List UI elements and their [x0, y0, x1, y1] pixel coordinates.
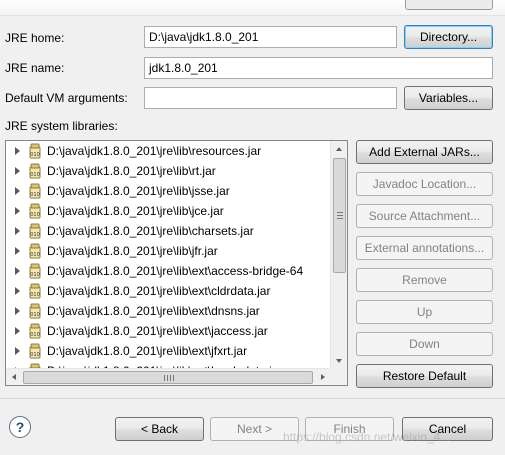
library-item-label: D:\java\jdk1.8.0_201\jre\lib\jfr.jar — [47, 244, 218, 258]
help-icon[interactable]: ? — [9, 416, 31, 438]
expand-arrow-icon[interactable] — [15, 247, 20, 255]
library-item-label: D:\java\jdk1.8.0_201\jre\lib\ext\jaccess… — [47, 324, 268, 338]
previous-dialog-button-edge — [405, 0, 493, 10]
jar-icon: 010 — [27, 283, 43, 299]
vertical-scrollbar[interactable] — [330, 141, 347, 369]
svg-text:010: 010 — [30, 312, 40, 318]
svg-text:010: 010 — [30, 352, 40, 358]
library-item-label: D:\java\jdk1.8.0_201\jre\lib\charsets.ja… — [47, 224, 254, 238]
jar-icon: 010 — [27, 223, 43, 239]
library-item[interactable]: 010 D:\java\jdk1.8.0_201\jre\lib\jce.jar — [6, 201, 331, 221]
scroll-corner — [330, 368, 347, 385]
library-item[interactable]: 010 D:\java\jdk1.8.0_201\jre\lib\jsse.jar — [6, 181, 331, 201]
library-item[interactable]: 010 D:\java\jdk1.8.0_201\jre\lib\rt.jar — [6, 161, 331, 181]
expand-arrow-icon[interactable] — [15, 147, 20, 155]
library-list: 010 D:\java\jdk1.8.0_201\jre\lib\resource… — [6, 141, 331, 369]
jar-icon: 010 — [27, 343, 43, 359]
vm-arguments-input[interactable] — [144, 87, 397, 109]
grip-icon — [337, 211, 343, 219]
source-attachment-button[interactable]: Source Attachment... — [356, 204, 493, 228]
javadoc-location-button[interactable]: Javadoc Location... — [356, 172, 493, 196]
svg-text:010: 010 — [30, 192, 40, 198]
system-libraries-tree[interactable]: 010 D:\java\jdk1.8.0_201\jre\lib\resource… — [5, 140, 348, 386]
expand-arrow-icon[interactable] — [15, 287, 20, 295]
jar-icon: 010 — [27, 143, 43, 159]
scroll-up-arrow-icon[interactable] — [336, 147, 342, 151]
library-item-label: D:\java\jdk1.8.0_201\jre\lib\rt.jar — [47, 164, 216, 178]
expand-arrow-icon[interactable] — [15, 187, 20, 195]
library-item-label: D:\java\jdk1.8.0_201\jre\lib\ext\access-… — [47, 264, 304, 278]
jar-icon: 010 — [27, 163, 43, 179]
horizontal-scroll-thumb[interactable] — [23, 371, 313, 384]
jar-icon: 010 — [27, 323, 43, 339]
jre-home-label: JRE home: — [5, 31, 65, 45]
svg-text:010: 010 — [30, 332, 40, 338]
library-item[interactable]: 010 D:\java\jdk1.8.0_201\jre\lib\ext\cldr… — [6, 281, 331, 301]
expand-arrow-icon[interactable] — [15, 167, 20, 175]
library-item-label: D:\java\jdk1.8.0_201\jre\lib\ext\jfxrt.j… — [47, 344, 248, 358]
library-item[interactable]: 010 D:\java\jdk1.8.0_201\jre\lib\ext\acce… — [6, 261, 331, 281]
svg-text:010: 010 — [30, 272, 40, 278]
vertical-scroll-thumb[interactable] — [333, 158, 346, 273]
expand-arrow-icon[interactable] — [15, 267, 20, 275]
expand-arrow-icon[interactable] — [15, 227, 20, 235]
watermark-text: https://blog.csdn.net/weixin_4... — [283, 430, 451, 444]
down-button[interactable]: Down — [356, 332, 493, 356]
add-external-jars-button[interactable]: Add External JARs... — [356, 140, 493, 164]
library-item-label: D:\java\jdk1.8.0_201\jre\lib\resources.j… — [47, 144, 262, 158]
external-annotations-button[interactable]: External annotations... — [356, 236, 493, 260]
scroll-left-arrow-icon[interactable] — [12, 374, 16, 380]
remove-button[interactable]: Remove — [356, 268, 493, 292]
horizontal-scrollbar[interactable] — [6, 368, 331, 385]
jre-name-input[interactable]: jdk1.8.0_201 — [144, 57, 493, 79]
jre-name-label: JRE name: — [5, 61, 65, 75]
scroll-right-arrow-icon[interactable] — [321, 374, 325, 380]
library-item[interactable]: 010 D:\java\jdk1.8.0_201\jre\lib\ext\jfxr… — [6, 341, 331, 361]
svg-text:010: 010 — [30, 232, 40, 238]
library-item[interactable]: 010 D:\java\jdk1.8.0_201\jre\lib\ext\jacc… — [6, 321, 331, 341]
library-item-label: D:\java\jdk1.8.0_201\jre\lib\jce.jar — [47, 204, 224, 218]
variables-button[interactable]: Variables... — [404, 86, 493, 110]
svg-text:010: 010 — [30, 152, 40, 158]
svg-text:010: 010 — [30, 212, 40, 218]
expand-arrow-icon[interactable] — [15, 307, 20, 315]
library-item[interactable]: 010 D:\java\jdk1.8.0_201\jre\lib\charsets… — [6, 221, 331, 241]
expand-arrow-icon[interactable] — [15, 347, 20, 355]
footer-separator — [0, 398, 505, 399]
library-item-label: D:\java\jdk1.8.0_201\jre\lib\ext\dnsns.j… — [47, 304, 260, 318]
library-item[interactable]: 010 D:\java\jdk1.8.0_201\jre\lib\ext\dnsn… — [6, 301, 331, 321]
system-libraries-label: JRE system libraries: — [5, 119, 118, 133]
restore-default-button[interactable]: Restore Default — [356, 364, 493, 388]
svg-text:010: 010 — [30, 292, 40, 298]
up-button[interactable]: Up — [356, 300, 493, 324]
back-button[interactable]: < Back — [115, 417, 204, 441]
expand-arrow-icon[interactable] — [15, 327, 20, 335]
library-item[interactable]: 010 D:\java\jdk1.8.0_201\jre\lib\jfr.jar — [6, 241, 331, 261]
scroll-down-arrow-icon[interactable] — [336, 359, 342, 363]
grip-icon — [164, 375, 174, 381]
jar-icon: 010 — [27, 263, 43, 279]
svg-text:010: 010 — [30, 252, 40, 258]
expand-arrow-icon[interactable] — [15, 207, 20, 215]
library-item[interactable]: 010 D:\java\jdk1.8.0_201\jre\lib\resource… — [6, 141, 331, 161]
jar-icon: 010 — [27, 183, 43, 199]
jar-icon: 010 — [27, 303, 43, 319]
vm-arguments-label: Default VM arguments: — [5, 91, 128, 105]
directory-button[interactable]: Directory... — [404, 25, 493, 49]
svg-text:010: 010 — [30, 172, 40, 178]
jar-icon: 010 — [27, 243, 43, 259]
jar-icon: 010 — [27, 203, 43, 219]
library-item-label: D:\java\jdk1.8.0_201\jre\lib\ext\cldrdat… — [47, 284, 271, 298]
library-item-label: D:\java\jdk1.8.0_201\jre\lib\jsse.jar — [47, 184, 230, 198]
jre-home-input[interactable]: D:\java\jdk1.8.0_201 — [144, 26, 397, 48]
